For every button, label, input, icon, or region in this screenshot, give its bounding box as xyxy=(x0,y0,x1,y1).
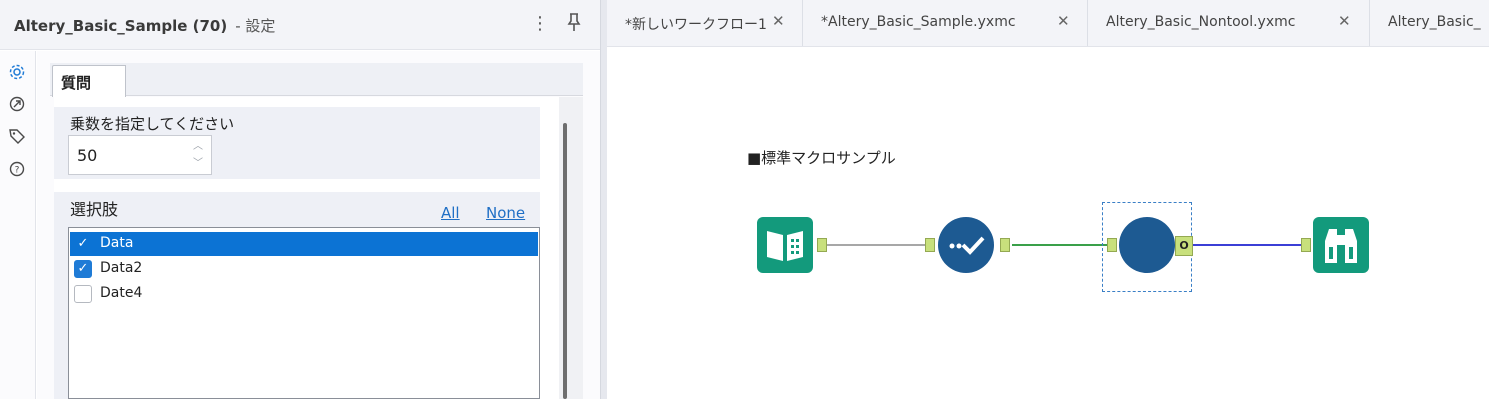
close-icon[interactable]: ✕ xyxy=(1338,12,1351,30)
output-anchor-o[interactable]: O xyxy=(1175,236,1193,256)
checkbox-checked[interactable]: ✓ xyxy=(74,260,92,278)
list-item-label: Date4 xyxy=(100,285,143,301)
canvas-comment: ■標準マクロサンプル xyxy=(747,149,896,167)
multiplier-value[interactable]: 50 xyxy=(77,146,97,165)
close-icon[interactable]: ✕ xyxy=(772,12,785,30)
gear-icon[interactable] xyxy=(8,63,26,81)
numeric-question-label: 乗数を指定してください xyxy=(70,115,235,133)
configuration-body: 質問 乗数を指定してください 50 ︿ ﹀ 選択肢 All None ✓ Dat… xyxy=(37,51,600,399)
pin-icon[interactable] xyxy=(564,12,584,36)
list-item-label: Data2 xyxy=(100,260,143,276)
checkbox-unchecked[interactable] xyxy=(74,285,92,303)
checkbox-checked[interactable]: ✓ xyxy=(74,235,92,253)
arrow-circle-icon[interactable] xyxy=(8,95,26,113)
list-item[interactable]: ✓ Data xyxy=(70,232,538,256)
tab-label: *Altery_Basic_Sample.yxmc xyxy=(821,14,1016,30)
tab-question[interactable]: 質問 xyxy=(52,65,126,97)
output-anchor[interactable] xyxy=(817,238,827,252)
input-data-tool-icon[interactable] xyxy=(757,217,813,273)
chevron-up-icon[interactable]: ︿ xyxy=(187,139,209,155)
connection-line xyxy=(1012,244,1107,246)
select-none-link[interactable]: None xyxy=(486,204,525,222)
tab-altery-basic-sample[interactable]: *Altery_Basic_Sample.yxmc ✕ xyxy=(803,0,1088,46)
choice-list-box[interactable]: ✓ Data ✓ Data2 Date4 xyxy=(68,227,540,399)
panel-subtitle: - 設定 xyxy=(235,17,276,35)
document-tab-bar: *新しいワークフロー1 ✕ *Altery_Basic_Sample.yxmc … xyxy=(607,0,1489,47)
input-anchor[interactable] xyxy=(925,238,935,252)
browse-tool-icon[interactable] xyxy=(1313,217,1369,273)
list-item-label: Data xyxy=(100,235,134,251)
tab-label: Altery_Basic_Nontool.yxmc xyxy=(1106,14,1296,30)
list-question: 選択肢 All None ✓ Data ✓ Data2 Date4 xyxy=(54,192,540,399)
multiplier-numeric-input[interactable]: 50 ︿ ﹀ xyxy=(68,135,212,175)
svg-text:?: ? xyxy=(15,166,20,176)
list-item[interactable]: Date4 xyxy=(70,282,538,306)
question-scroll-area: 乗数を指定してください 50 ︿ ﹀ 選択肢 All None ✓ Data ✓… xyxy=(54,97,559,399)
tab-label: *新しいワークフロー1 xyxy=(625,17,767,33)
panel-title-text: Altery_Basic_Sample (70) xyxy=(14,17,228,35)
output-anchor[interactable] xyxy=(1000,238,1010,252)
vertical-scrollbar-thumb[interactable] xyxy=(563,123,567,399)
tab-altery-basic-truncated[interactable]: Altery_Basic_ xyxy=(1370,0,1489,46)
list-question-label: 選択肢 xyxy=(70,200,119,219)
list-item[interactable]: ✓ Data2 xyxy=(70,257,538,281)
tag-icon[interactable] xyxy=(8,127,26,145)
help-circle-icon[interactable]: ? xyxy=(8,160,26,178)
tab-new-workflow-1[interactable]: *新しいワークフロー1 ✕ xyxy=(607,0,803,46)
select-all-link[interactable]: All xyxy=(441,204,460,222)
connection-line xyxy=(827,244,925,246)
input-anchor[interactable] xyxy=(1107,238,1117,252)
input-anchor[interactable] xyxy=(1301,238,1311,252)
tab-altery-basic-nontool[interactable]: Altery_Basic_Nontool.yxmc ✕ xyxy=(1088,0,1370,46)
panel-splitter[interactable] xyxy=(600,0,607,399)
tab-label: Altery_Basic_ xyxy=(1388,14,1481,30)
close-icon[interactable]: ✕ xyxy=(1057,12,1070,30)
panel-header: Altery_Basic_Sample (70) - 設定 ⋮ xyxy=(0,0,600,50)
numeric-question: 乗数を指定してください 50 ︿ ﹀ xyxy=(54,107,540,179)
side-icon-bar: ? xyxy=(0,51,36,399)
macro-tool-icon[interactable] xyxy=(1119,217,1175,273)
workflow-canvas[interactable]: ■標準マクロサンプル O xyxy=(607,47,1489,399)
panel-title: Altery_Basic_Sample (70) - 設定 xyxy=(14,15,275,36)
connection-line xyxy=(1193,244,1301,246)
configuration-panel: Altery_Basic_Sample (70) - 設定 ⋮ ? 質問 乗数を指… xyxy=(0,0,600,399)
chevron-down-icon[interactable]: ﹀ xyxy=(187,156,209,172)
config-tab-strip: 質問 xyxy=(50,63,583,97)
workflow-area: *新しいワークフロー1 ✕ *Altery_Basic_Sample.yxmc … xyxy=(607,0,1489,399)
macro-input-tool-icon[interactable] xyxy=(938,217,994,273)
vertical-ellipsis-icon[interactable]: ⋮ xyxy=(530,12,550,36)
